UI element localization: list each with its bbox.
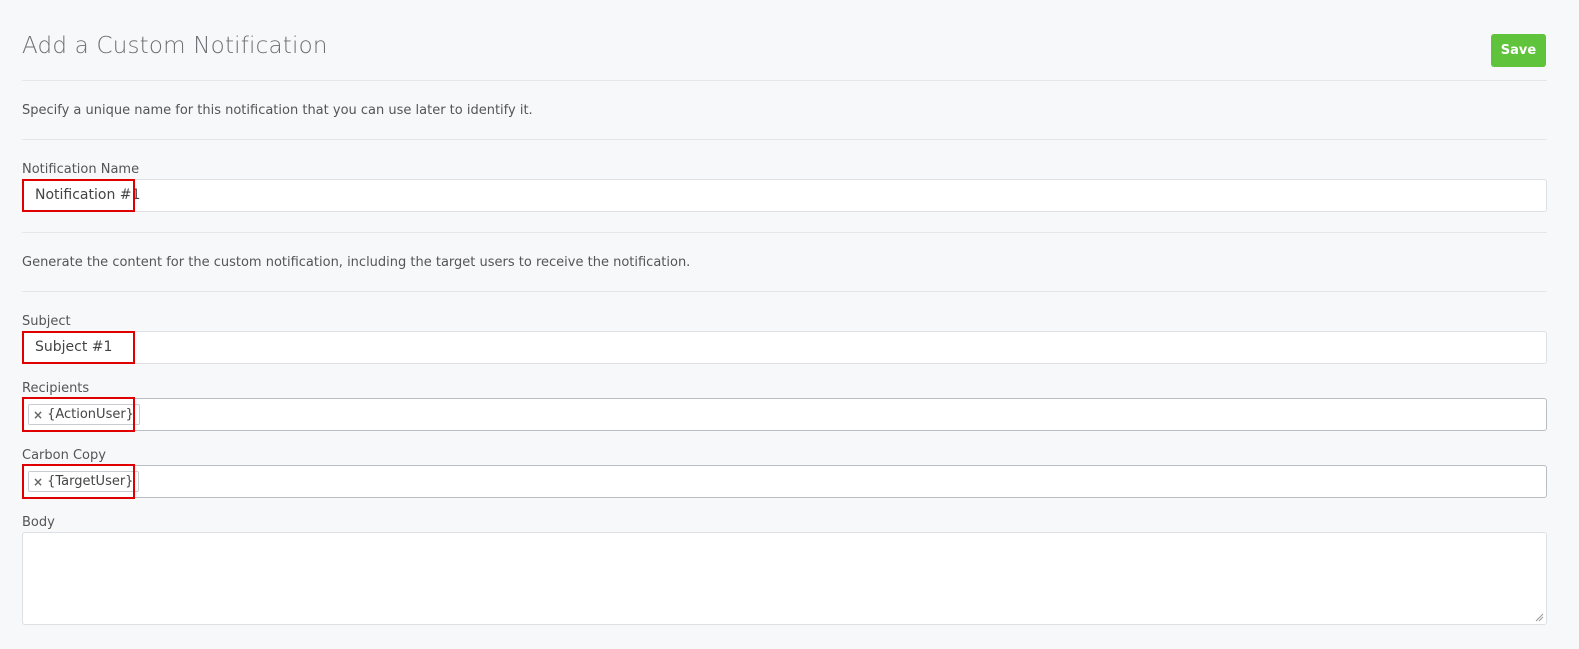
- remove-tag-icon[interactable]: ×: [33, 476, 43, 488]
- body-textarea[interactable]: [22, 532, 1547, 625]
- subject-label: Subject: [22, 314, 71, 329]
- recipient-tag: × {ActionUser}: [28, 404, 140, 425]
- carbon-copy-tag: × {TargetUser}: [28, 471, 140, 492]
- divider: [22, 232, 1547, 233]
- save-button[interactable]: Save: [1491, 34, 1546, 67]
- remove-tag-icon[interactable]: ×: [33, 409, 43, 421]
- carbon-copy-label: Carbon Copy: [22, 448, 106, 463]
- notification-name-label: Notification Name: [22, 162, 140, 177]
- notification-name-value: Notification #1: [35, 187, 141, 203]
- content-section-description: Generate the content for the custom noti…: [22, 255, 691, 270]
- recipients-field[interactable]: × {ActionUser}: [22, 398, 1547, 431]
- carbon-copy-field[interactable]: × {TargetUser}: [22, 465, 1547, 498]
- body-label: Body: [22, 515, 55, 530]
- subject-field[interactable]: Subject #1: [22, 331, 1547, 364]
- divider: [22, 80, 1547, 81]
- divider: [22, 139, 1547, 140]
- notification-name-field[interactable]: Notification #1: [22, 179, 1547, 212]
- subject-value: Subject #1: [35, 339, 113, 355]
- page-title: Add a Custom Notification: [22, 33, 328, 59]
- custom-notification-page: Add a Custom Notification Save Specify a…: [0, 0, 1579, 649]
- recipient-tag-label: {ActionUser}: [47, 407, 134, 422]
- resize-grip-icon[interactable]: [1534, 612, 1544, 622]
- name-section-description: Specify a unique name for this notificat…: [22, 103, 533, 118]
- carbon-copy-tag-label: {TargetUser}: [47, 474, 134, 489]
- divider: [22, 291, 1547, 292]
- recipients-label: Recipients: [22, 381, 90, 396]
